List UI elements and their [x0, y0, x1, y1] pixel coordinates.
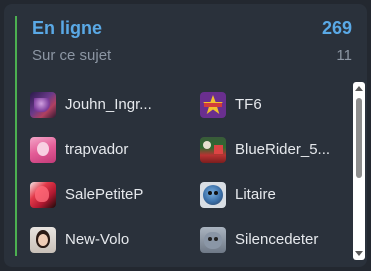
- user-item[interactable]: Jouhn_Ingr...: [30, 82, 200, 127]
- user-item[interactable]: Litaire: [200, 172, 348, 217]
- user-avatar-red-black: [30, 181, 56, 208]
- user-item[interactable]: TF6: [200, 82, 348, 127]
- scroll-thumb[interactable]: [356, 98, 362, 178]
- panel-title: En ligne: [32, 18, 103, 38]
- user-avatar-christmas-scene: [200, 136, 226, 163]
- star-icon: [203, 94, 223, 114]
- user-name: New-Volo: [65, 231, 130, 248]
- user-list-scrollbar[interactable]: [353, 82, 365, 260]
- scroll-up-icon[interactable]: [355, 86, 363, 91]
- user-avatar-star-badge: [200, 91, 226, 118]
- online-count: 269: [321, 18, 352, 38]
- topic-subtitle: Sur ce sujet: [32, 47, 112, 64]
- user-avatar-pink-photo: [30, 136, 56, 163]
- user-list: Jouhn_Ingr... TF6 trapvador BlueRider_5.…: [30, 82, 352, 262]
- user-name: trapvador: [65, 141, 129, 158]
- user-name: BlueRider_5...: [235, 141, 331, 158]
- user-item[interactable]: New-Volo: [30, 217, 200, 262]
- user-name: Silencedeter: [235, 231, 319, 248]
- user-name: SalePetiteP: [65, 186, 144, 203]
- user-avatar-purple-scene: [30, 91, 56, 118]
- user-avatar-blue-creature: [200, 181, 226, 208]
- scroll-down-icon[interactable]: [355, 251, 363, 256]
- user-name: Litaire: [235, 186, 276, 203]
- user-name: Jouhn_Ingr...: [65, 96, 152, 113]
- user-item[interactable]: trapvador: [30, 127, 200, 172]
- user-avatar-gray-monster: [200, 226, 226, 253]
- user-avatar-portrait: [30, 226, 56, 253]
- accent-bar: [15, 16, 17, 256]
- topic-count: 11: [336, 47, 352, 64]
- user-item[interactable]: SalePetiteP: [30, 172, 200, 217]
- user-item[interactable]: Silencedeter: [200, 217, 348, 262]
- online-users-panel: En ligne 269 Sur ce sujet 11 Jouhn_Ingr.…: [4, 4, 367, 267]
- user-item[interactable]: BlueRider_5...: [200, 127, 348, 172]
- user-name: TF6: [235, 96, 262, 113]
